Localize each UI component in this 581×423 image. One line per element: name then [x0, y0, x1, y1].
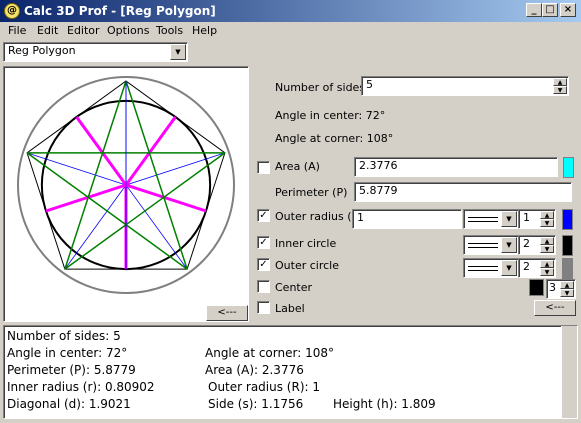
linestyle-sample: [468, 243, 498, 248]
output-angle-corner: Angle at corner: 108°: [205, 346, 334, 360]
spin-down-icon[interactable]: ▼: [540, 245, 554, 253]
outer-radius-width-input[interactable]: 1 ▲ ▼: [518, 209, 556, 229]
inner-circle-label: Inner circle: [275, 237, 337, 250]
angle-center-text: Angle in center: 72°: [275, 109, 386, 122]
inner-circle-width-input[interactable]: 2 ▲ ▼: [518, 235, 556, 255]
label-checkbox[interactable]: [257, 301, 270, 314]
menu-editor[interactable]: Editor: [67, 24, 100, 37]
diagonal-line: [26, 152, 188, 270]
diagonal-line: [125, 80, 188, 270]
sides-input[interactable]: 5 ▲ ▼: [361, 76, 569, 96]
maximize-button[interactable]: □: [542, 3, 558, 17]
area-label: Area (A): [275, 160, 320, 173]
spin-down-icon[interactable]: ▼: [540, 268, 554, 276]
sides-spinner[interactable]: ▲ ▼: [553, 78, 567, 94]
perimeter-input[interactable]: 5.8779: [354, 182, 572, 202]
center-size-spinner[interactable]: ▲ ▼: [560, 281, 574, 297]
inner-circle-color-swatch[interactable]: [562, 235, 573, 256]
perimeter-label: Perimeter (P): [275, 186, 348, 199]
inner-circle-checkbox[interactable]: ✓: [257, 236, 270, 249]
outer-radius-width-spinner[interactable]: ▲ ▼: [540, 211, 554, 227]
chevron-down-icon[interactable]: ▼: [501, 260, 517, 276]
sides-label: Number of sides: [275, 81, 366, 94]
outer-radius-color-swatch[interactable]: [562, 209, 573, 230]
polygon-drawing: [17, 76, 235, 294]
center-color-swatch[interactable]: [529, 279, 544, 296]
center-checkbox[interactable]: [257, 280, 270, 293]
inner-circle-linestyle-select[interactable]: ▼: [463, 235, 519, 255]
output-area: Area (A): 2.3776: [205, 363, 304, 377]
menu-bar: File Edit Editor Options Tools Help: [0, 22, 581, 40]
center-size-input[interactable]: 3 ▲ ▼: [546, 279, 576, 299]
close-button[interactable]: ×: [560, 3, 576, 17]
drawing-pane[interactable]: [3, 66, 249, 322]
label-label: Label: [275, 302, 305, 315]
calc-3d-app-icon[interactable]: @: [4, 3, 20, 19]
output-angle-center: Angle in center: 72°: [7, 346, 128, 360]
menu-options[interactable]: Options: [107, 24, 149, 37]
spin-up-icon[interactable]: ▲: [540, 237, 554, 245]
results-output[interactable]: Number of sides: 5 Angle in center: 72° …: [3, 325, 578, 419]
output-height: Height (h): 1.809: [333, 397, 436, 411]
spin-up-icon[interactable]: ▲: [553, 78, 567, 86]
spin-up-icon[interactable]: ▲: [560, 281, 574, 289]
outer-circle-checkbox[interactable]: ✓: [257, 258, 270, 271]
panel-back-button[interactable]: <---: [534, 300, 576, 316]
menu-help[interactable]: Help: [192, 24, 217, 37]
outer-radius-label: Outer radius (R): [275, 210, 364, 223]
inner-circle-width-spinner[interactable]: ▲ ▼: [540, 237, 554, 253]
angle-corner-text: Angle at corner: 108°: [275, 132, 394, 145]
spin-down-icon[interactable]: ▼: [560, 289, 574, 297]
minimize-button[interactable]: _: [526, 3, 542, 17]
spin-down-icon[interactable]: ▼: [540, 219, 554, 227]
area-input[interactable]: 2.3776: [354, 157, 558, 177]
inner-radius-line: [75, 116, 128, 186]
inner-radius-line: [124, 116, 177, 186]
output-inner-radius: Inner radius (r): 0.80902: [7, 380, 155, 394]
output-outer-radius: Outer radius (R): 1: [208, 380, 320, 394]
title-bar[interactable]: @ Calc 3D Prof - [Reg Polygon] _ □ ×: [0, 0, 581, 22]
outer-radius-line: [125, 184, 188, 270]
object-type-select[interactable]: Reg Polygon ▼: [3, 42, 188, 62]
menu-edit[interactable]: Edit: [37, 24, 58, 37]
output-perimeter: Perimeter (P): 5.8779: [7, 363, 136, 377]
outer-radius-line: [64, 184, 127, 270]
linestyle-sample: [468, 266, 498, 271]
menu-file[interactable]: File: [8, 24, 26, 37]
spin-up-icon[interactable]: ▲: [540, 211, 554, 219]
window-title: Calc 3D Prof - [Reg Polygon]: [24, 4, 216, 18]
inner-radius-line: [45, 183, 127, 213]
spin-up-icon[interactable]: ▲: [540, 260, 554, 268]
output-scrollbar[interactable]: [561, 326, 577, 418]
properties-panel: Number of sides 5 ▲ ▼ Angle in center: 7…: [250, 66, 579, 322]
object-type-value: Reg Polygon: [8, 44, 76, 57]
area-color-swatch[interactable]: [563, 157, 574, 178]
outer-circle-label: Outer circle: [275, 259, 339, 272]
outer-circle-linestyle-select[interactable]: ▼: [463, 258, 519, 278]
output-sides: Number of sides: 5: [7, 329, 121, 343]
drawing-back-button[interactable]: <---: [206, 305, 248, 321]
diagonal-line: [64, 80, 127, 270]
chevron-down-icon[interactable]: ▼: [501, 237, 517, 253]
output-diagonal: Diagonal (d): 1.9021: [7, 397, 131, 411]
outer-circle-width-input[interactable]: 2 ▲ ▼: [518, 258, 556, 278]
area-checkbox[interactable]: [257, 161, 270, 174]
center-label: Center: [275, 281, 313, 294]
chevron-down-icon[interactable]: ▼: [170, 44, 186, 60]
menu-tools[interactable]: Tools: [156, 24, 183, 37]
chevron-down-icon[interactable]: ▼: [501, 211, 517, 227]
linestyle-sample: [468, 217, 498, 222]
outer-radius-input[interactable]: 1: [352, 209, 462, 229]
outer-radius-linestyle-select[interactable]: ▼: [463, 209, 519, 229]
diagonal-line: [64, 152, 226, 270]
spin-down-icon[interactable]: ▼: [553, 86, 567, 94]
outer-circle-width-spinner[interactable]: ▲ ▼: [540, 260, 554, 276]
output-side: Side (s): 1.1756: [208, 397, 304, 411]
outer-circle-color-swatch[interactable]: [562, 258, 573, 279]
inner-radius-line: [125, 183, 207, 213]
outer-radius-checkbox[interactable]: ✓: [257, 209, 270, 222]
